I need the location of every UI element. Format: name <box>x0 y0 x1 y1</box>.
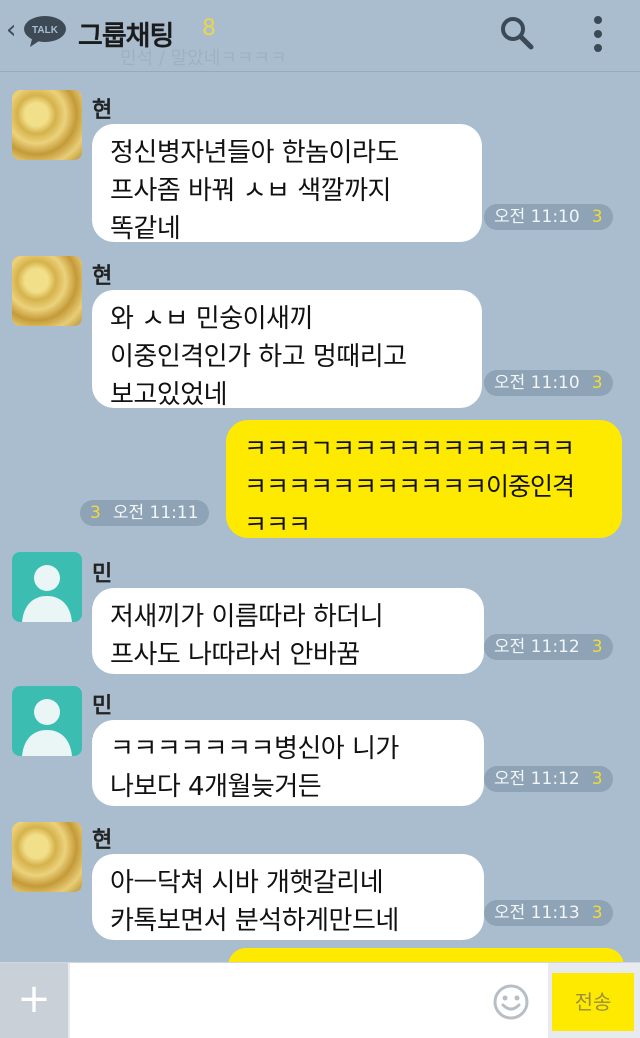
message-meta: 오전 11:13 3 <box>484 900 613 926</box>
message-meta: 오전 11:12 3 <box>484 766 613 792</box>
unread-count: 3 <box>591 373 603 393</box>
message-time: 오전 11:10 <box>494 207 580 227</box>
message-bubble[interactable]: 정신병자년들아 한놈이라도 프사좀 바꿔 ㅅㅂ 색깔까지 똑같네 <box>92 124 482 244</box>
unread-count: 3 <box>591 207 603 227</box>
avatar[interactable] <box>12 686 82 756</box>
avatar[interactable] <box>12 256 82 326</box>
message-bubble[interactable]: 저새끼가 이름따라 하더니 프사도 나따라서 안바꿈 <box>92 588 484 674</box>
message-bubble[interactable]: 와 ㅅㅂ 민숭이새끼 이중인격인가 하고 멍때리고 보고있었네 <box>92 290 482 410</box>
avatar[interactable] <box>12 552 82 622</box>
search-icon[interactable] <box>498 14 536 52</box>
message-meta: 오전 11:10 3 <box>484 370 613 396</box>
emoticon-icon[interactable] <box>492 983 530 1021</box>
talk-logo-text: TALK <box>32 25 59 36</box>
avatar[interactable] <box>12 822 82 892</box>
message-meta: 오전 11:12 3 <box>484 634 613 660</box>
person-silhouette-icon <box>22 565 72 622</box>
message-meta: 3 오전 11:11 <box>80 500 209 526</box>
more-vertical-icon[interactable] <box>586 14 610 54</box>
unread-count: 3 <box>90 503 101 523</box>
message-meta: 오전 11:10 3 <box>484 204 613 230</box>
faded-previous-message: 민석 / 말았네ㅋㅋㅋㅋ <box>120 48 287 69</box>
send-button[interactable]: 전송 <box>552 973 634 1031</box>
chat-header: ‹ TALK 그룹채팅 8 민석 / 말았네ㅋㅋㅋㅋ <box>0 0 640 72</box>
message-bubble[interactable]: ㅋㅋㅋㅋㅋㅋㅋ병신아 니가 나보다 4개월늦거든 <box>92 720 484 806</box>
message-time: 오전 11:12 <box>494 769 580 789</box>
talk-logo-icon: TALK <box>24 16 66 47</box>
input-bar: + 전송 <box>0 962 640 1038</box>
avatar[interactable] <box>12 90 82 160</box>
attach-plus-button[interactable]: + <box>0 963 68 1038</box>
unread-count: 3 <box>591 637 603 657</box>
message-time: 오전 11:13 <box>494 903 580 923</box>
message-time: 오전 11:10 <box>494 373 580 393</box>
member-count: 8 <box>202 16 216 41</box>
message-time: 오전 11:12 <box>494 637 580 657</box>
back-icon[interactable]: ‹ <box>6 16 20 44</box>
person-silhouette-icon <box>22 699 72 756</box>
unread-count: 3 <box>591 903 603 923</box>
unread-count: 3 <box>591 769 603 789</box>
message-bubble[interactable]: 아ㅡ닥쳐 시바 개햇갈리네 카톡보면서 분석하게만드네 <box>92 854 484 940</box>
message-bubble[interactable]: ㅋㅋㅋㄱㅋㅋㅋㅋㅋㅋㅋㅋㅋㅋㅋ ㅋㅋㅋㅋㅋㅋㅋㅋㅋㅋㅋ이중인격 ㅋㅋㅋ <box>226 420 622 539</box>
message-time: 오전 11:11 <box>112 503 199 523</box>
message-input[interactable] <box>70 963 548 1038</box>
